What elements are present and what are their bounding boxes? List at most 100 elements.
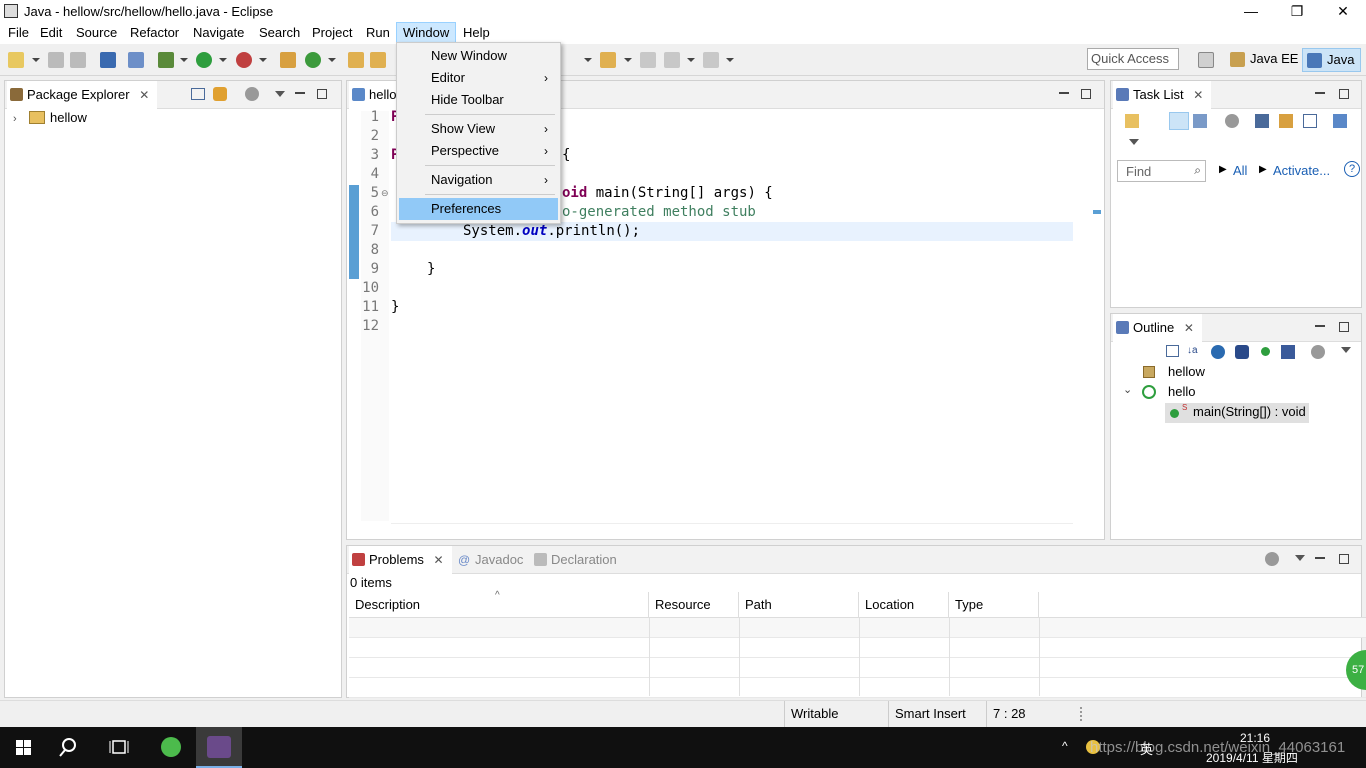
column-resource[interactable]: Resource xyxy=(649,592,739,618)
open-type-icon[interactable] xyxy=(348,52,364,68)
search-taskbar-button[interactable] xyxy=(48,727,94,768)
task-activate-link[interactable]: Activate... xyxy=(1273,163,1330,178)
help-icon[interactable]: ? xyxy=(1344,161,1360,177)
code-line-7[interactable]: System.out.println(); xyxy=(463,223,640,239)
filters-icon[interactable] xyxy=(1311,345,1325,359)
menu-search[interactable]: Search xyxy=(253,22,306,44)
menu-item-preferences[interactable]: Preferences xyxy=(399,198,558,220)
view-menu-icon[interactable] xyxy=(1341,347,1351,353)
menu-file[interactable]: File xyxy=(2,22,35,44)
chevron-down-icon[interactable] xyxy=(726,58,734,62)
filters-icon[interactable] xyxy=(1225,114,1239,128)
chevron-down-icon[interactable] xyxy=(687,58,695,62)
menu-project[interactable]: Project xyxy=(306,22,358,44)
minimize-editor-button[interactable] xyxy=(1059,89,1069,94)
start-button[interactable] xyxy=(0,727,46,768)
code-line-5[interactable]: oid main(String[] args) { xyxy=(562,185,773,201)
menu-item-new-window[interactable]: New Window xyxy=(399,45,558,67)
restore-button[interactable]: ❐ xyxy=(1274,0,1320,22)
task-view-button[interactable] xyxy=(96,727,142,768)
perspective-java[interactable]: Java xyxy=(1302,48,1362,72)
tree-item-hellow[interactable]: hellow xyxy=(50,110,87,125)
collapse-all-icon[interactable] xyxy=(191,88,205,100)
chevron-down-icon[interactable] xyxy=(219,58,227,62)
view-menu-icon[interactable] xyxy=(1295,555,1305,561)
menu-item-perspective[interactable]: Perspective › xyxy=(399,140,558,162)
menu-window[interactable]: Window xyxy=(396,22,457,44)
quick-access-input[interactable]: Quick Access xyxy=(1087,48,1179,70)
tab-problems[interactable]: Problems ✕ xyxy=(349,546,452,574)
scheduled-icon[interactable] xyxy=(1193,114,1207,128)
tab-task-list[interactable]: Task List ✕ xyxy=(1113,81,1212,109)
link-with-editor-icon[interactable] xyxy=(213,87,227,101)
run-icon[interactable] xyxy=(196,52,212,68)
chevron-down-icon[interactable] xyxy=(259,58,267,62)
fold-collapse-icon[interactable]: ⊖ xyxy=(381,188,389,199)
close-icon[interactable]: ✕ xyxy=(1184,321,1194,335)
focus-icon[interactable] xyxy=(1333,114,1347,128)
close-icon[interactable]: ✕ xyxy=(1193,88,1203,102)
task-all-link[interactable]: All xyxy=(1233,163,1247,178)
code-line-9[interactable]: } xyxy=(427,261,435,277)
console-icon[interactable] xyxy=(100,52,116,68)
expand-arrow-icon[interactable]: › xyxy=(13,113,17,125)
collapse-all-icon[interactable] xyxy=(1303,114,1317,128)
menu-run[interactable]: Run xyxy=(360,22,396,44)
overview-marker[interactable] xyxy=(1093,210,1101,214)
maximize-editor-button[interactable] xyxy=(1081,89,1091,99)
chevron-down-icon[interactable] xyxy=(180,58,188,62)
chevron-down-icon[interactable] xyxy=(32,58,40,62)
chevron-up-icon[interactable]: ^ xyxy=(1062,739,1068,753)
hide-static-icon[interactable] xyxy=(1235,345,1249,359)
collapse-all-icon[interactable] xyxy=(1166,345,1179,357)
tab-declaration[interactable]: Declaration xyxy=(531,546,625,574)
save-icon[interactable] xyxy=(48,52,64,68)
hide-completed-icon[interactable] xyxy=(1255,114,1269,128)
open-resource-icon[interactable] xyxy=(370,52,386,68)
view-menu-icon[interactable] xyxy=(275,91,285,97)
tab-outline[interactable]: Outline ✕ xyxy=(1113,314,1202,342)
hide-local-types-icon[interactable] xyxy=(1281,345,1295,359)
menu-item-editor[interactable]: Editor › xyxy=(399,67,558,89)
back-icon[interactable] xyxy=(664,52,680,68)
menu-edit[interactable]: Edit xyxy=(34,22,68,44)
view-menu-icon[interactable] xyxy=(1129,139,1139,145)
new-package-icon[interactable] xyxy=(280,52,296,68)
maximize-view-button[interactable] xyxy=(1339,89,1349,99)
minimize-button[interactable]: — xyxy=(1228,0,1274,22)
new-icon[interactable] xyxy=(8,52,24,68)
menu-help[interactable]: Help xyxy=(457,22,496,44)
tab-package-explorer[interactable]: Package Explorer ✕ xyxy=(7,81,158,109)
tab-javadoc[interactable]: @ Javadoc xyxy=(455,546,531,574)
code-line-3[interactable]: { xyxy=(562,147,570,163)
forward-icon[interactable] xyxy=(703,52,719,68)
menu-navigate[interactable]: Navigate xyxy=(187,22,250,44)
column-type[interactable]: Type xyxy=(949,592,1039,618)
close-icon[interactable]: ✕ xyxy=(434,553,444,567)
new-class-icon[interactable] xyxy=(305,52,321,68)
code-line-6-comment[interactable]: o-generated method stub xyxy=(562,204,756,220)
column-location[interactable]: Location xyxy=(859,592,949,618)
task-find-input[interactable]: Find ⌕ xyxy=(1117,160,1206,182)
maximize-view-button[interactable] xyxy=(317,89,327,99)
minimize-view-button[interactable] xyxy=(1315,554,1325,559)
horizontal-scrollbar[interactable] xyxy=(391,523,1073,535)
menu-source[interactable]: Source xyxy=(70,22,123,44)
outline-item-hellow[interactable]: hellow xyxy=(1168,364,1205,379)
chevron-down-icon[interactable] xyxy=(584,58,592,62)
new-task-icon[interactable] xyxy=(1125,114,1139,128)
close-button[interactable]: ✕ xyxy=(1320,0,1366,22)
save-all-icon[interactable] xyxy=(70,52,86,68)
categorized-icon[interactable] xyxy=(1169,112,1189,130)
chevron-down-icon[interactable] xyxy=(328,58,336,62)
hide-fields-icon[interactable] xyxy=(1211,345,1225,359)
filters-icon[interactable] xyxy=(1265,552,1279,566)
last-edit-icon[interactable] xyxy=(640,52,656,68)
status-trim-handle[interactable] xyxy=(1080,707,1082,721)
menu-refactor[interactable]: Refactor xyxy=(124,22,185,44)
sort-icon[interactable]: ↓a xyxy=(1187,345,1201,359)
filters-icon[interactable] xyxy=(245,87,259,101)
outline-item-hello[interactable]: hello xyxy=(1168,384,1195,399)
code-line-11[interactable]: } xyxy=(391,299,399,315)
menu-item-hide-toolbar[interactable]: Hide Toolbar xyxy=(399,89,558,111)
